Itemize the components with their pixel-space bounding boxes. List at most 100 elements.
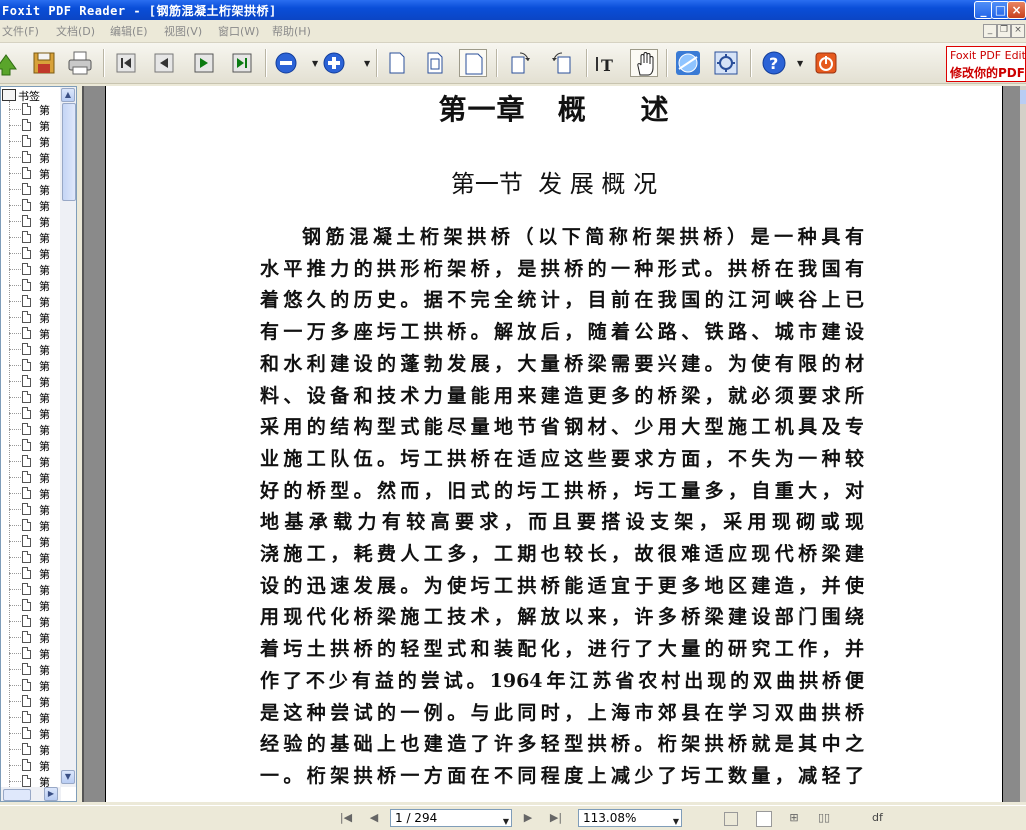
bookmark-item[interactable]: 第 bbox=[1, 245, 61, 261]
bookmark-item[interactable]: 第 bbox=[1, 501, 61, 517]
page-number-field[interactable]: 1 / 294 ▼ bbox=[390, 809, 512, 827]
last-page-button[interactable] bbox=[228, 49, 256, 77]
foxit-editor-ad[interactable]: Foxit PDF Editor 修改你的PDF bbox=[946, 46, 1026, 82]
menu-edit[interactable]: 编辑(E) bbox=[110, 23, 148, 39]
bookmark-item[interactable]: 第 bbox=[1, 181, 61, 197]
bookmark-item[interactable]: 第 bbox=[1, 661, 61, 677]
power-button[interactable] bbox=[812, 49, 840, 77]
bookmark-item[interactable]: 第 bbox=[1, 741, 61, 757]
bookmark-scrollbar[interactable]: ▲ ▼ bbox=[60, 87, 76, 787]
menu-view[interactable]: 视图(V) bbox=[164, 23, 202, 39]
save-icon bbox=[33, 52, 55, 74]
close-button[interactable]: × bbox=[1007, 1, 1026, 19]
first-page-button[interactable] bbox=[112, 49, 140, 77]
status-first-page-icon[interactable]: |◀ bbox=[338, 810, 354, 826]
zoom-dropdown-icon[interactable]: ▼ bbox=[673, 814, 679, 830]
bookmark-item[interactable]: 第 bbox=[1, 341, 61, 357]
bookmark-hscrollbar[interactable]: ▶ bbox=[1, 787, 61, 801]
zoom-out-dropdown-icon[interactable]: ▼ bbox=[312, 59, 318, 68]
scroll-right-icon[interactable]: ▶ bbox=[44, 787, 58, 801]
web-button[interactable] bbox=[674, 49, 702, 77]
bookmark-item[interactable]: 第 bbox=[1, 677, 61, 693]
zoom-in-dropdown-icon[interactable]: ▼ bbox=[364, 59, 370, 68]
hand-tool-button[interactable] bbox=[630, 49, 658, 77]
fit-page-button[interactable] bbox=[421, 49, 449, 77]
bookmark-item[interactable]: 第 bbox=[1, 229, 61, 245]
bookmark-item[interactable]: 第 bbox=[1, 613, 61, 629]
save-button[interactable] bbox=[30, 49, 58, 77]
zoom-in-button[interactable] bbox=[320, 49, 348, 77]
bookmark-item[interactable]: 第 bbox=[1, 405, 61, 421]
zoom-field[interactable]: 113.08% ▼ bbox=[578, 809, 682, 827]
snapshot-button[interactable] bbox=[712, 49, 740, 77]
bookmark-item[interactable]: 第 bbox=[1, 693, 61, 709]
bookmark-item[interactable]: 第 bbox=[1, 645, 61, 661]
bookmark-item[interactable]: 第 bbox=[1, 213, 61, 229]
select-text-button[interactable]: T bbox=[592, 49, 620, 77]
print-button[interactable] bbox=[66, 49, 94, 77]
doc-close-button[interactable]: × bbox=[1011, 24, 1025, 38]
bookmark-item[interactable]: 第 bbox=[1, 357, 61, 373]
bookmark-item[interactable]: 第 bbox=[1, 485, 61, 501]
menu-window[interactable]: 窗口(W) bbox=[218, 23, 259, 39]
scroll-down-icon[interactable]: ▼ bbox=[61, 770, 75, 784]
bookmark-item-label: 第 bbox=[39, 504, 50, 517]
bookmark-item[interactable]: 第 bbox=[1, 549, 61, 565]
bookmark-item[interactable]: 第 bbox=[1, 421, 61, 437]
bookmark-item[interactable]: 第 bbox=[1, 597, 61, 613]
right-scroll-icon[interactable] bbox=[1020, 90, 1026, 104]
menu-file[interactable]: 文件(F) bbox=[2, 23, 39, 39]
bookmark-item[interactable]: 第 bbox=[1, 725, 61, 741]
bookmark-item[interactable]: 第 bbox=[1, 469, 61, 485]
doc-minimize-button[interactable]: _ bbox=[983, 24, 997, 38]
status-next-page-icon[interactable]: ▶ bbox=[520, 810, 536, 826]
bookmark-item[interactable]: 第 bbox=[1, 629, 61, 645]
bookmark-item[interactable]: 第 bbox=[1, 117, 61, 133]
bookmark-item[interactable]: 第 bbox=[1, 709, 61, 725]
previous-page-button[interactable] bbox=[150, 49, 178, 77]
facing-page-icon[interactable]: ⊞ bbox=[786, 810, 802, 826]
page-dropdown-icon[interactable]: ▼ bbox=[503, 814, 509, 830]
bookmark-item[interactable]: 第 bbox=[1, 325, 61, 341]
document-view[interactable]: 第一章 概 述 第一节 发 展 概 况 钢筋混凝土桁架拱桥（以下简称桁架拱桥）是… bbox=[82, 86, 1020, 802]
rotate-right-button[interactable] bbox=[506, 49, 534, 77]
bookmark-item[interactable]: 第 bbox=[1, 757, 61, 773]
bookmark-item[interactable]: 第 bbox=[1, 101, 61, 117]
bookmark-item[interactable]: 第 bbox=[1, 389, 61, 405]
status-last-page-icon[interactable]: ▶| bbox=[548, 810, 564, 826]
open-button[interactable] bbox=[0, 49, 20, 77]
continuous-page-icon[interactable] bbox=[756, 811, 772, 827]
scroll-up-icon[interactable]: ▲ bbox=[61, 88, 75, 102]
status-prev-page-icon[interactable]: ◀ bbox=[366, 810, 382, 826]
bookmark-item[interactable]: 第 bbox=[1, 517, 61, 533]
fit-width-button[interactable] bbox=[459, 49, 487, 77]
bookmark-item[interactable]: 第 bbox=[1, 565, 61, 581]
zoom-out-button[interactable] bbox=[272, 49, 300, 77]
bookmark-item[interactable]: 第 bbox=[1, 533, 61, 549]
menu-document[interactable]: 文档(D) bbox=[56, 23, 95, 39]
next-page-button[interactable] bbox=[190, 49, 218, 77]
bookmark-item[interactable]: 第 bbox=[1, 133, 61, 149]
menu-bar: 文件(F) 文档(D) 编辑(E) 视图(V) 窗口(W) 帮助(H) _ ❐ … bbox=[0, 20, 1026, 43]
rotate-left-button[interactable] bbox=[548, 49, 576, 77]
bookmark-item[interactable]: 第 bbox=[1, 309, 61, 325]
bookmark-item[interactable]: 第 bbox=[1, 437, 61, 453]
bookmark-item[interactable]: 第 bbox=[1, 453, 61, 469]
bookmark-item[interactable]: 第 bbox=[1, 165, 61, 181]
bookmark-item[interactable]: 第 bbox=[1, 293, 61, 309]
doc-restore-button[interactable]: ❐ bbox=[997, 24, 1011, 38]
bookmark-item[interactable]: 第 bbox=[1, 277, 61, 293]
bookmark-item[interactable]: 第 bbox=[1, 373, 61, 389]
help-dropdown-icon[interactable]: ▼ bbox=[797, 59, 803, 68]
actual-size-button[interactable] bbox=[383, 49, 411, 77]
bookmark-item[interactable]: 第 bbox=[1, 197, 61, 213]
bookmark-item[interactable]: 第 bbox=[1, 581, 61, 597]
help-button[interactable]: ? bbox=[760, 49, 788, 77]
menu-help[interactable]: 帮助(H) bbox=[272, 23, 311, 39]
single-page-icon[interactable] bbox=[724, 812, 738, 826]
bookmark-item[interactable]: 第 bbox=[1, 149, 61, 165]
bookmark-item[interactable]: 第 bbox=[1, 261, 61, 277]
bookmark-scroll-thumb[interactable] bbox=[62, 103, 76, 201]
continuous-facing-icon[interactable]: ▯▯ bbox=[816, 810, 832, 826]
globe-icon bbox=[676, 51, 700, 75]
